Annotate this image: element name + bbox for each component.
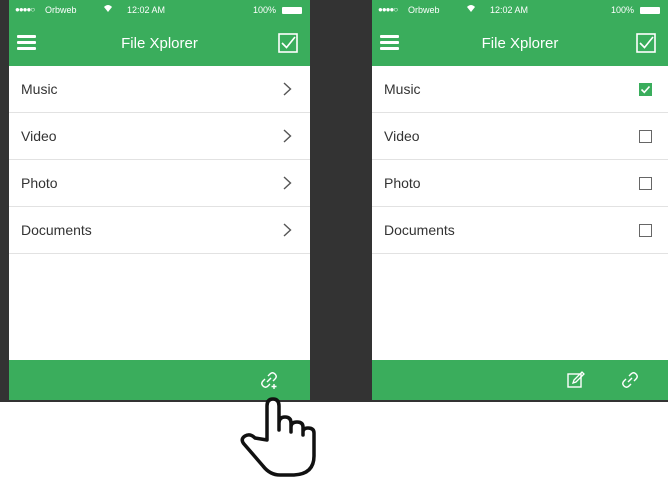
list-item-photo[interactable]: Photo xyxy=(372,160,668,207)
checkbox-unchecked[interactable] xyxy=(639,177,652,190)
page-title: File Xplorer xyxy=(121,35,198,52)
checkbox-unchecked[interactable] xyxy=(639,224,652,237)
list-item-label: Photo xyxy=(384,175,421,191)
folder-list: Music Video Photo Documents xyxy=(372,66,668,254)
list-item-label: Documents xyxy=(21,222,92,238)
signal-strength: ●●●●○ xyxy=(15,5,35,14)
carrier-name: Orbweb xyxy=(408,5,440,15)
wifi-icon xyxy=(466,4,476,15)
checkbox-unchecked[interactable] xyxy=(639,130,652,143)
checkbox-checked[interactable] xyxy=(639,83,652,96)
wifi-icon xyxy=(103,4,113,15)
clock: 12:02 AM xyxy=(490,5,529,15)
link-icon[interactable] xyxy=(620,370,640,390)
list-item-video[interactable]: Video xyxy=(9,113,310,160)
link-icon[interactable] xyxy=(259,370,279,390)
chevron-right-icon xyxy=(283,176,292,190)
chevron-right-icon xyxy=(283,223,292,237)
list-item-label: Video xyxy=(21,128,57,144)
list-item-label: Video xyxy=(384,128,420,144)
phone-screen-browse: ●●●●○ Orbweb 12:02 AM 100% File Xplorer … xyxy=(9,0,310,400)
battery-percent: 100% xyxy=(252,5,276,15)
list-item-label: Photo xyxy=(21,175,58,191)
nav-bar: File Xplorer xyxy=(9,20,310,66)
chevron-right-icon xyxy=(283,82,292,96)
list-item-documents[interactable]: Documents xyxy=(372,207,668,254)
select-mode-icon[interactable] xyxy=(636,33,656,53)
list-item-video[interactable]: Video xyxy=(372,113,668,160)
list-item-music[interactable]: Music xyxy=(9,66,310,113)
select-mode-icon[interactable] xyxy=(278,33,298,53)
battery-percent: 100% xyxy=(610,5,634,15)
chevron-right-icon xyxy=(283,129,292,143)
phone-screen-select: ●●●●○ Orbweb 12:02 AM 100% File Xplorer … xyxy=(372,0,668,400)
list-item-label: Music xyxy=(21,81,58,97)
status-bar: ●●●●○ Orbweb 12:02 AM 100% xyxy=(9,0,310,20)
status-bar: ●●●●○ Orbweb 12:02 AM 100% xyxy=(372,0,668,20)
signal-strength: ●●●●○ xyxy=(378,5,398,14)
edit-icon[interactable] xyxy=(566,370,586,390)
battery-icon xyxy=(282,7,302,14)
list-item-photo[interactable]: Photo xyxy=(9,160,310,207)
page-title: File Xplorer xyxy=(481,35,559,52)
battery-icon xyxy=(640,7,660,14)
bottom-toolbar xyxy=(372,360,668,400)
list-item-label: Documents xyxy=(384,222,455,238)
nav-bar: File Xplorer xyxy=(372,20,668,66)
carrier-name: Orbweb xyxy=(45,5,77,15)
pointing-hand-icon xyxy=(240,397,316,477)
clock: 12:02 AM xyxy=(127,5,166,15)
bottom-toolbar xyxy=(9,360,310,400)
list-item-music[interactable]: Music xyxy=(372,66,668,113)
list-item-label: Music xyxy=(384,81,421,97)
list-item-documents[interactable]: Documents xyxy=(9,207,310,254)
folder-list: Music Video Photo Documents xyxy=(9,66,310,254)
